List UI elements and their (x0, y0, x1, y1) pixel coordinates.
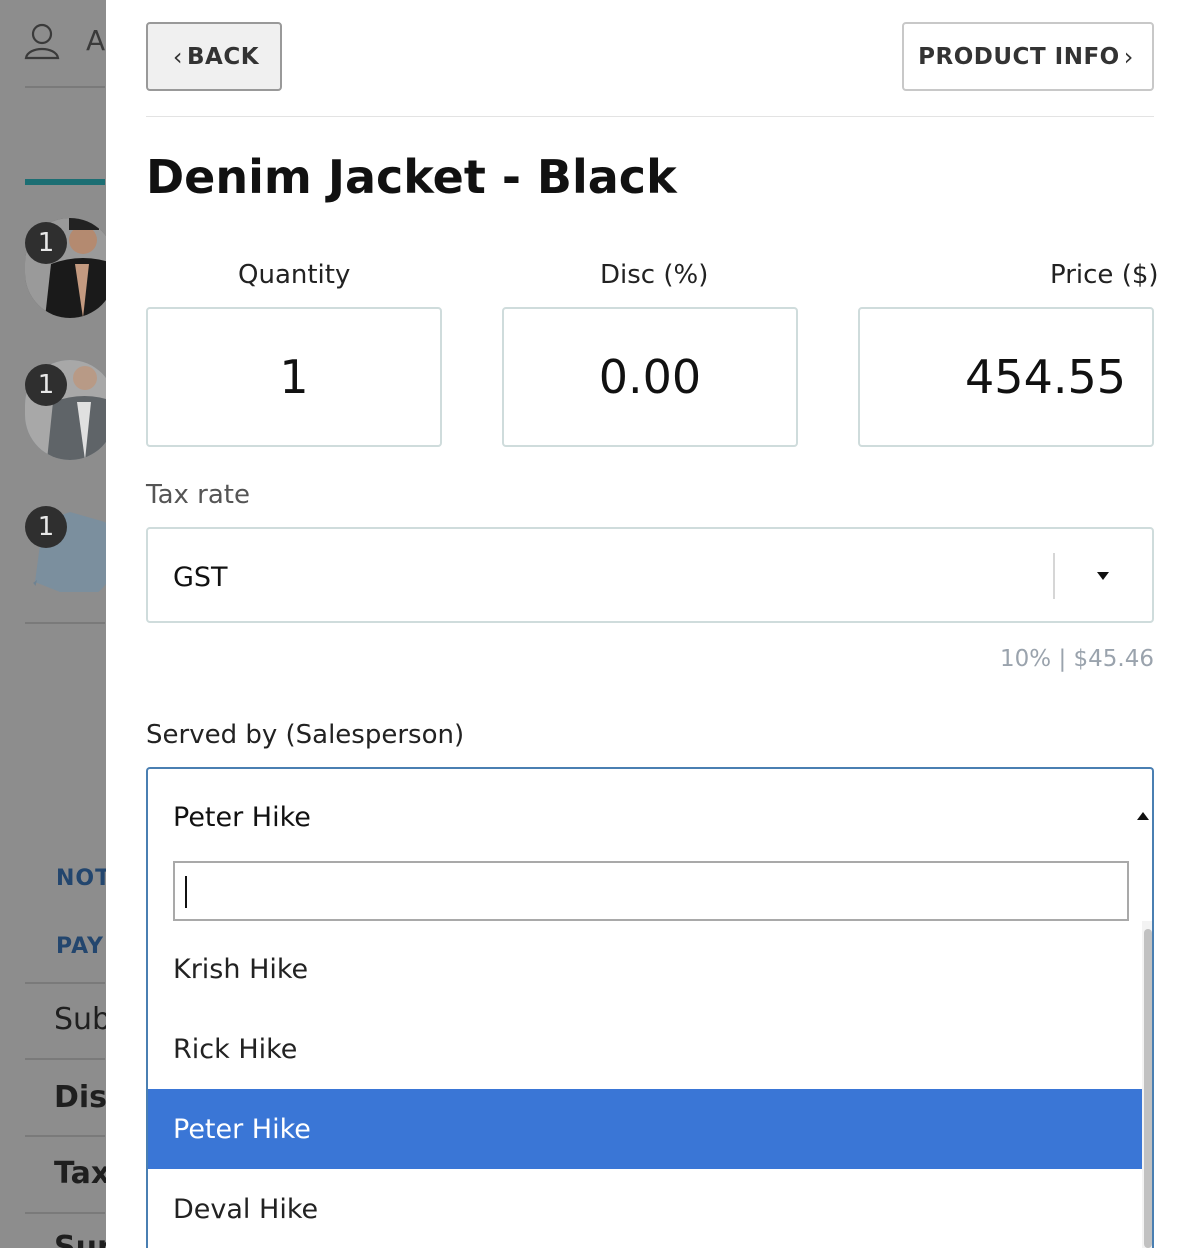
quantity-badge: 1 (25, 222, 67, 264)
quantity-badge: 1 (25, 506, 67, 548)
salesperson-label: Served by (Salesperson) (146, 720, 465, 750)
tax-rate-value: GST (173, 562, 228, 593)
cart-item[interactable]: 1 (25, 502, 115, 602)
salesperson-search-input[interactable] (173, 861, 1129, 921)
product-info-button[interactable]: PRODUCT INFO › (902, 22, 1154, 91)
salesperson-dropdown: Krish Hike Rick Hike Peter Hike Deval Hi… (146, 861, 1154, 1248)
select-divider (1053, 553, 1055, 599)
divider (25, 1058, 105, 1060)
price-label: Price ($) (1050, 260, 1159, 290)
caret-up-icon[interactable] (1137, 812, 1149, 820)
divider (25, 1212, 105, 1214)
product-info-button-label: PRODUCT INFO (918, 43, 1120, 70)
caret-down-icon[interactable] (1097, 572, 1109, 580)
divider (146, 116, 1154, 117)
divider (25, 1135, 105, 1137)
divider (25, 86, 105, 88)
discount-label: Disc (%) (600, 260, 709, 290)
cart-item[interactable]: 1 (25, 360, 115, 460)
tax-label: Tax (54, 1156, 111, 1191)
notes-link[interactable]: NOT (56, 866, 111, 891)
subtotal-label: Sub (54, 1002, 112, 1037)
dropdown-option[interactable]: Krish Hike (148, 929, 1142, 1009)
salesperson-select[interactable]: Peter Hike (146, 767, 1154, 863)
quantity-label: Quantity (238, 260, 351, 290)
salesperson-value: Peter Hike (173, 802, 311, 833)
user-icon[interactable] (24, 22, 60, 60)
chevron-right-icon: › (1123, 42, 1134, 71)
chevron-left-icon: ‹ (172, 42, 184, 71)
dropdown-option[interactable]: Rick Hike (148, 1009, 1142, 1089)
dropdown-option[interactable]: Deval Hike (148, 1169, 1142, 1248)
text-cursor (185, 876, 187, 908)
discount-input[interactable]: 0.00 (502, 307, 798, 447)
divider (25, 622, 105, 624)
active-tab-indicator (25, 179, 105, 185)
surcharge-label[interactable]: Sur (54, 1230, 112, 1248)
tax-amount-info: 10% | $45.46 (1000, 646, 1154, 672)
back-button[interactable]: ‹ BACK (146, 22, 282, 91)
tax-rate-label: Tax rate (146, 480, 250, 510)
quantity-badge: 1 (25, 364, 67, 406)
line-item-drawer: ‹ BACK PRODUCT INFO › Denim Jacket - Bla… (106, 0, 1182, 1248)
tax-rate-select[interactable]: GST (146, 527, 1154, 623)
dropdown-option-highlighted[interactable]: Peter Hike (148, 1089, 1142, 1169)
quantity-input[interactable]: 1 (146, 307, 442, 447)
product-title: Denim Jacket - Black (146, 150, 677, 204)
price-input[interactable]: 454.55 (858, 307, 1154, 447)
back-button-label: BACK (187, 43, 260, 70)
cart-item[interactable]: 1 (25, 218, 115, 318)
customer-label[interactable]: A (86, 24, 105, 57)
divider (25, 982, 105, 984)
scrollbar-thumb[interactable] (1144, 929, 1152, 1248)
